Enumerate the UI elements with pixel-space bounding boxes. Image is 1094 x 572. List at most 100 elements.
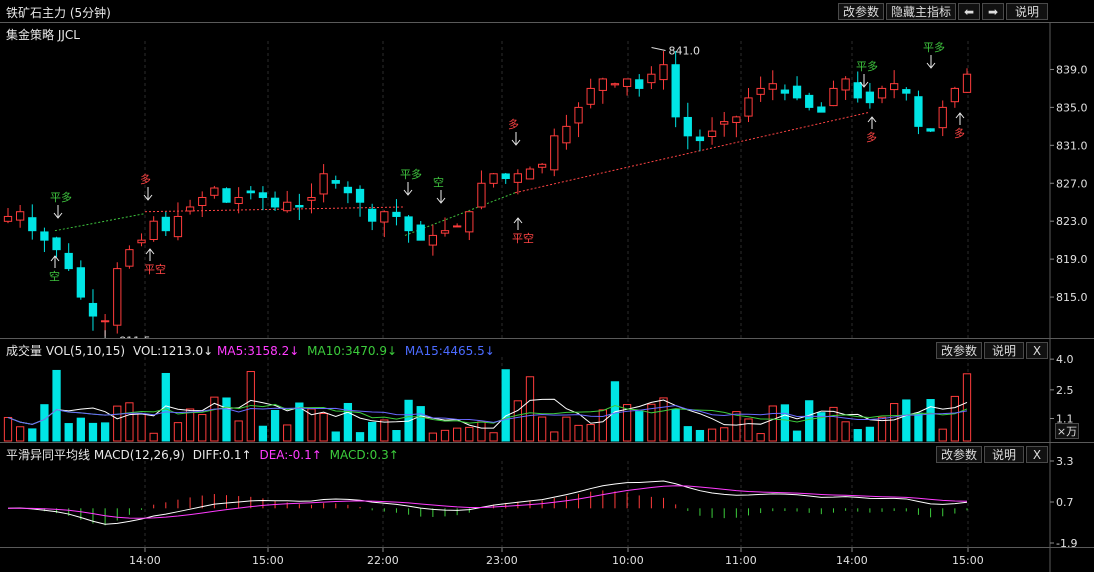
volume-bar [647, 403, 656, 442]
candlestick-chart[interactable]: 839.0 835.0 831.0 827.0 823.0 819.0 815.0 841.0… [0, 23, 1094, 339]
volume-bar [962, 373, 972, 442]
volume-bar [707, 428, 717, 442]
candle [3, 215, 13, 222]
volume-bar [792, 430, 802, 442]
candle [805, 94, 814, 108]
candle [15, 211, 25, 221]
volume-bar [453, 427, 462, 442]
candle [64, 252, 73, 270]
y-tick-label: 835.0 [1056, 101, 1088, 114]
volume-bar [222, 397, 231, 442]
volume-bar [113, 405, 122, 442]
candle [331, 180, 340, 184]
y-tick-label: 2.5 [1056, 384, 1074, 397]
candle [185, 206, 195, 212]
candle [962, 73, 972, 93]
volume-bar [428, 432, 438, 442]
candle [161, 216, 170, 232]
candle [865, 91, 875, 104]
volume-bar [355, 432, 365, 442]
candle [428, 234, 438, 246]
candle [149, 220, 158, 240]
candle [720, 121, 729, 125]
volume-bar [100, 422, 110, 442]
candle [453, 225, 462, 228]
candle [465, 211, 474, 233]
candle [40, 231, 49, 241]
volume-unit-label: ×万 [1055, 423, 1079, 439]
candle [319, 173, 328, 195]
volume-bar [137, 413, 146, 442]
volume-bar [125, 402, 134, 442]
y-tick-label: 839.0 [1056, 63, 1088, 76]
candle [914, 96, 923, 127]
volume-bar [550, 431, 559, 442]
volume-bar [319, 412, 328, 442]
volume-bar [902, 399, 911, 442]
candle [88, 302, 98, 317]
candle [817, 106, 826, 113]
candle [792, 85, 802, 99]
volume-bar [343, 402, 353, 442]
volume-bar [501, 369, 510, 442]
candle [829, 87, 838, 107]
volume-chart[interactable]: 4.02.51.1 [0, 339, 1094, 443]
volume-bar [756, 433, 765, 442]
candle [732, 116, 741, 123]
volume-bar [283, 424, 292, 442]
candle [659, 64, 668, 81]
volume-bar [489, 432, 498, 442]
candle [877, 87, 887, 99]
candle [574, 106, 583, 124]
volume-bar [15, 426, 25, 442]
signal-label: 平多 [923, 40, 945, 54]
y-tick-label: 4.0 [1056, 353, 1074, 366]
y-tick-label: 823.0 [1056, 215, 1088, 228]
volume-bar [659, 397, 668, 442]
dea-line [7, 485, 968, 519]
stop-line [514, 111, 871, 194]
candle [598, 78, 607, 91]
volume-bar [392, 430, 401, 442]
volume-bar [380, 419, 389, 442]
signal-label: 多 [508, 117, 519, 131]
candle [113, 268, 122, 326]
volume-bar [52, 369, 61, 442]
title-bar: 铁矿石主力 (5分钟) 改参数 隐藏主指标 ⬅ ➡ 说明 [0, 0, 1094, 22]
volume-bar [234, 420, 243, 442]
volume-bar [198, 414, 207, 442]
help-button[interactable]: 说明 [1006, 3, 1048, 20]
window-title: 铁矿石主力 (5分钟) [6, 6, 111, 20]
candle [853, 82, 862, 99]
volume-bar [440, 429, 450, 442]
candle [295, 204, 304, 208]
candle [841, 78, 850, 91]
edit-params-button[interactable]: 改参数 [838, 3, 884, 20]
signal-label: 平多 [856, 59, 878, 73]
candle [100, 320, 110, 323]
volume-bar [331, 431, 340, 442]
candle [283, 201, 292, 212]
candle [404, 216, 413, 232]
candle [683, 116, 692, 137]
volume-bar [525, 376, 535, 442]
volume-bar [841, 421, 850, 442]
candle [902, 89, 911, 94]
macd-chart[interactable]: 3.30.7-1.9 [0, 443, 1094, 548]
candle [550, 135, 559, 171]
volume-bar [865, 426, 875, 442]
macd-panel: 平滑异同平均线 MACD(12,26,9) DIFF:0.1↑ DEA:-0.1… [0, 442, 1094, 548]
time-axis: 14:00 15:00 22:00 23:00 10:00 11:00 14:00 15:00 [0, 547, 1094, 572]
volume-bar [173, 422, 183, 442]
volume-bar [149, 432, 158, 442]
hide-main-indicator-button[interactable]: 隐藏主指标 [886, 3, 956, 20]
volume-panel: 成交量 VOL(5,10,15) VOL:1213.0↓ MA5:3158.2↓… [0, 338, 1094, 443]
prev-arrow-icon[interactable]: ⬅ [958, 3, 980, 20]
candle [76, 267, 85, 298]
candle [477, 182, 486, 208]
candle [647, 73, 656, 84]
volume-bar [853, 429, 862, 442]
next-arrow-icon[interactable]: ➡ [982, 3, 1004, 20]
candle [635, 79, 644, 89]
volume-bar [258, 425, 268, 442]
